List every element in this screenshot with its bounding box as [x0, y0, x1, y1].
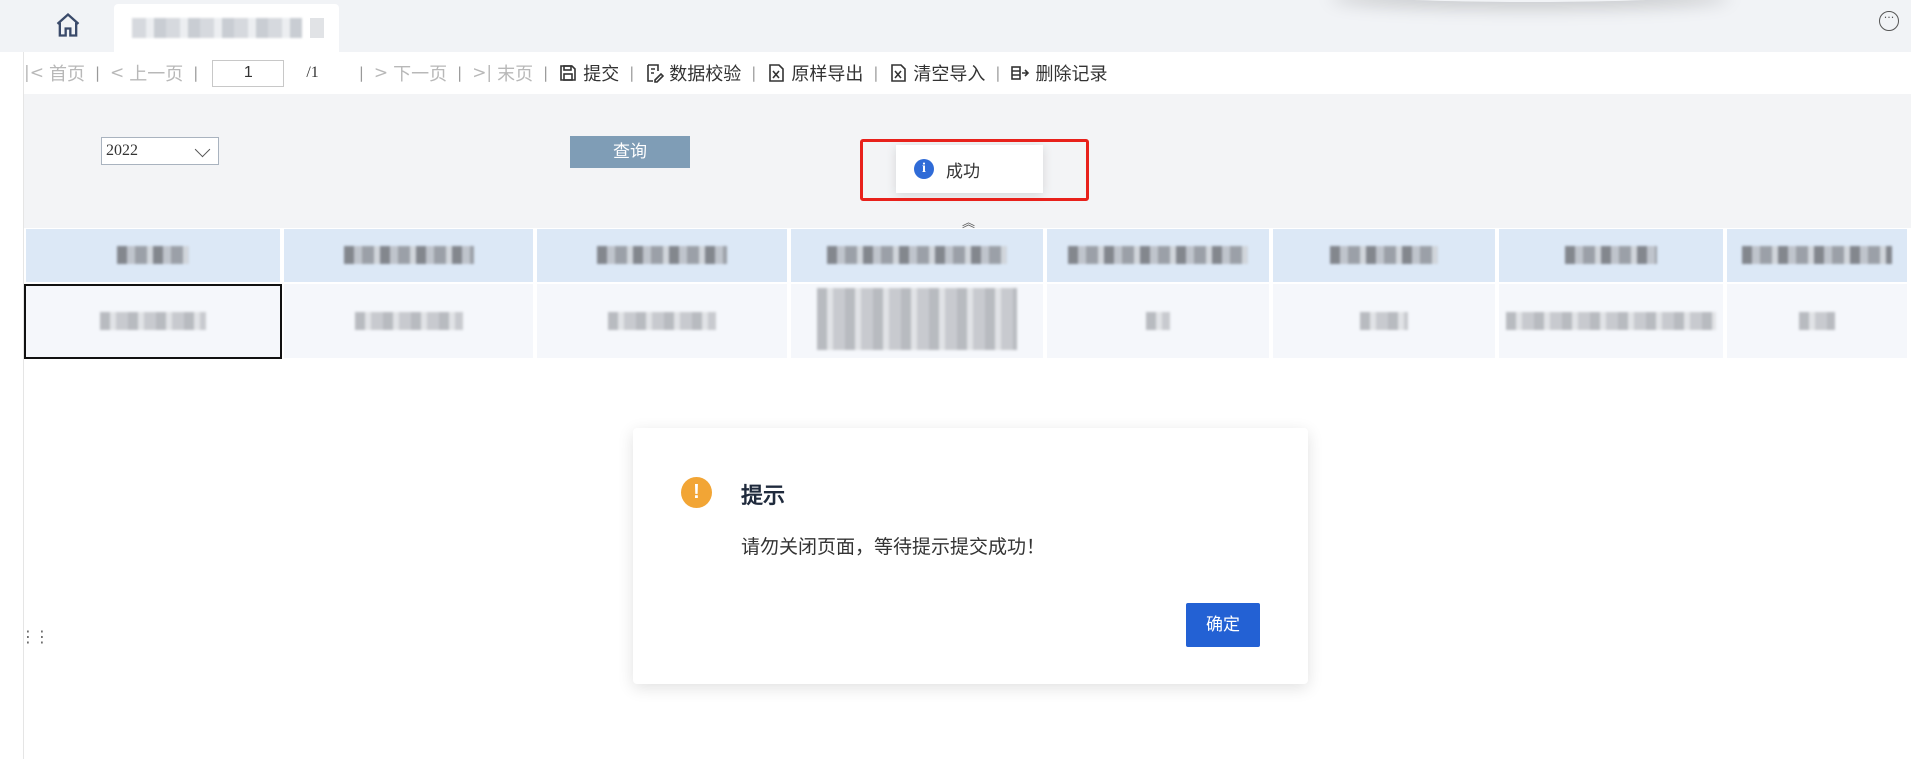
table-cell[interactable]: [284, 284, 537, 358]
column-header[interactable]: [537, 229, 791, 282]
prompt-dialog: ! 提示 请勿关闭页面，等待提示提交成功！ 确定: [633, 428, 1308, 684]
column-header[interactable]: [1047, 229, 1273, 282]
chevron-left-icon: <: [110, 63, 125, 83]
next-page-label: 下一页: [393, 64, 448, 85]
edit-document-icon: [647, 64, 665, 83]
table-cell[interactable]: [1273, 284, 1499, 358]
dialog-title: 提示: [741, 484, 786, 509]
selected-cell[interactable]: [24, 284, 282, 359]
table-row: [26, 284, 1911, 358]
column-header[interactable]: [1727, 229, 1911, 282]
chevron-right-icon: >: [373, 63, 389, 83]
separator: |: [751, 64, 757, 82]
table-cell[interactable]: [1727, 284, 1911, 358]
separator: |: [193, 64, 199, 82]
page-number-input[interactable]: [212, 59, 285, 87]
column-header[interactable]: [26, 229, 284, 282]
highlight-box: [860, 139, 1089, 201]
table-cell[interactable]: [1499, 284, 1727, 358]
table-header: [26, 229, 1911, 282]
separator: |: [457, 64, 463, 82]
drag-handle-icon[interactable]: ⋮⋮: [20, 627, 50, 646]
warning-icon: !: [681, 477, 712, 508]
dialog-message: 请勿关闭页面，等待提示提交成功！: [741, 536, 1046, 558]
next-page-button[interactable]: > 下一页: [374, 60, 447, 86]
tab-label-redacted: [132, 18, 302, 38]
export-button[interactable]: 原样导出: [766, 60, 863, 86]
excel-icon: [891, 64, 907, 82]
year-select[interactable]: 2022: [101, 137, 219, 165]
table-cell[interactable]: [791, 284, 1047, 358]
last-page-label: 末页: [497, 64, 534, 85]
column-header[interactable]: [284, 229, 537, 282]
delete-record-button[interactable]: 删除记录: [1010, 60, 1107, 86]
home-icon[interactable]: [54, 11, 82, 39]
query-button[interactable]: 查询: [570, 136, 690, 168]
confirm-button[interactable]: 确定: [1186, 603, 1260, 647]
separator: |: [873, 64, 879, 82]
column-header[interactable]: [1499, 229, 1727, 282]
more-icon[interactable]: ···: [1879, 11, 1899, 31]
popup-shadow: [1330, 0, 1730, 2]
chevron-down-icon: [194, 141, 211, 158]
tab-active[interactable]: [114, 4, 339, 52]
separator: |: [543, 64, 549, 82]
clear-import-label: 清空导入: [913, 64, 986, 85]
separator: |: [94, 64, 101, 82]
separator: |: [995, 64, 1001, 82]
prev-page-button[interactable]: < 上一页: [110, 60, 183, 86]
validate-label: 数据校验: [669, 64, 742, 85]
separator: |: [358, 64, 364, 82]
delete-record-label: 删除记录: [1035, 64, 1108, 85]
page-total: /1: [306, 64, 319, 81]
toolbar: |< 首页 | < 上一页 | /1 | > 下一页 | >| 末页 | 提交 …: [24, 52, 1911, 94]
validate-button[interactable]: 数据校验: [644, 60, 741, 86]
first-page-label: 首页: [48, 64, 85, 85]
first-page-icon: |<: [24, 63, 44, 83]
save-icon: [560, 65, 577, 81]
year-select-value: 2022: [106, 142, 138, 159]
tab-bar: ···: [0, 0, 1911, 52]
separator: |: [629, 64, 635, 82]
excel-icon: [769, 64, 785, 82]
export-label: 原样导出: [791, 64, 864, 85]
tab-close-redacted[interactable]: [310, 18, 324, 38]
submit-button[interactable]: 提交: [558, 60, 619, 86]
table-cell[interactable]: [1047, 284, 1273, 358]
first-page-button[interactable]: |< 首页: [24, 60, 85, 86]
last-page-button[interactable]: >| 末页: [472, 60, 533, 86]
table-cell[interactable]: [537, 284, 791, 358]
column-header[interactable]: [791, 229, 1047, 282]
prev-page-label: 上一页: [129, 64, 184, 85]
submit-label: 提交: [583, 64, 620, 85]
column-header[interactable]: [1273, 229, 1499, 282]
last-page-icon: >|: [472, 63, 493, 83]
delete-record-icon: [1011, 66, 1030, 80]
clear-import-button[interactable]: 清空导入: [888, 60, 985, 86]
